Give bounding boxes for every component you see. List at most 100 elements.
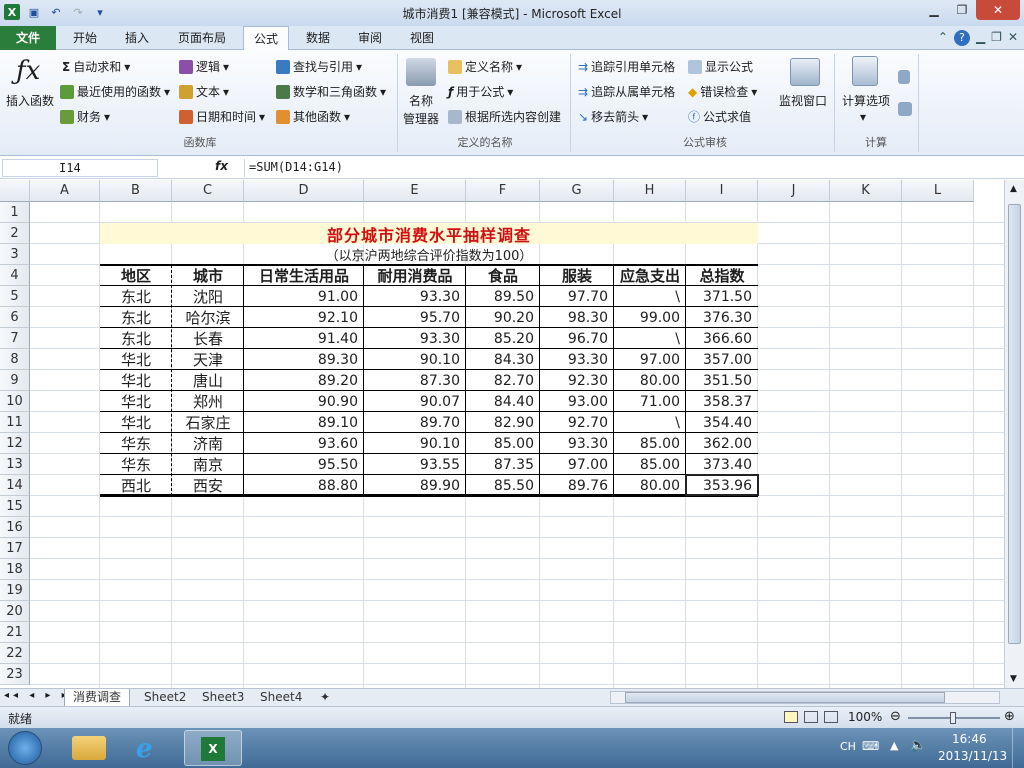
table-cell[interactable]: 357.00 — [686, 349, 758, 370]
minimize-icon[interactable]: ▁ — [920, 0, 948, 20]
tab-view[interactable]: 视图 — [399, 26, 445, 50]
row-header[interactable]: 3 — [0, 244, 30, 265]
tab-page-layout[interactable]: 页面布局 — [166, 26, 238, 50]
tab-insert[interactable]: 插入 — [114, 26, 160, 50]
more-functions-button[interactable]: 其他函数 ▾ — [276, 108, 350, 125]
table-cell[interactable]: 80.00 — [614, 370, 686, 391]
logical-button[interactable]: 逻辑 ▾ — [179, 58, 229, 75]
table-title[interactable]: 部分城市消费水平抽样调查 — [100, 223, 758, 245]
table-cell[interactable]: 71.00 — [614, 391, 686, 412]
table-cell[interactable]: 沈阳 — [172, 286, 244, 307]
datetime-button[interactable]: 日期和时间 ▾ — [179, 108, 265, 125]
row-header[interactable]: 21 — [0, 622, 30, 643]
name-manager-icon[interactable] — [406, 58, 436, 86]
clock-time[interactable]: 16:46 — [952, 732, 987, 746]
table-cell[interactable]: 96.70 — [540, 328, 614, 349]
scroll-down-icon[interactable]: ▼ — [1010, 674, 1017, 684]
table-cell[interactable]: 90.07 — [364, 391, 466, 412]
table-cell[interactable]: 82.70 — [466, 370, 540, 391]
row-header[interactable]: 11 — [0, 412, 30, 433]
watch-window-icon[interactable] — [790, 58, 820, 86]
row-header[interactable]: 20 — [0, 601, 30, 622]
table-cell[interactable]: 358.37 — [686, 391, 758, 412]
table-cell[interactable]: 80.00 — [614, 475, 686, 496]
table-cell[interactable]: 89.90 — [364, 475, 466, 496]
table-cell[interactable]: 97.00 — [540, 454, 614, 475]
table-cell[interactable]: 89.76 — [540, 475, 614, 496]
table-cell[interactable]: 85.20 — [466, 328, 540, 349]
view-page-break-icon[interactable] — [824, 711, 838, 723]
column-header-f[interactable]: F — [466, 180, 540, 202]
table-cell[interactable]: 88.80 — [244, 475, 364, 496]
sheet-tab-3[interactable]: Sheet3 — [194, 689, 252, 707]
tab-data[interactable]: 数据 — [295, 26, 341, 50]
table-cell[interactable]: 85.50 — [466, 475, 540, 496]
row-header[interactable]: 13 — [0, 454, 30, 475]
table-cell[interactable]: 东北 — [100, 328, 172, 349]
name-box[interactable]: I14 — [2, 159, 158, 177]
table-cell[interactable]: 长春 — [172, 328, 244, 349]
table-cell[interactable]: 90.10 — [364, 433, 466, 454]
column-header-h[interactable]: H — [614, 180, 686, 202]
help-icon[interactable]: ? — [953, 30, 970, 46]
scroll-up-icon[interactable]: ▲ — [1010, 184, 1017, 194]
view-normal-icon[interactable] — [784, 711, 798, 723]
table-cell[interactable]: 89.70 — [364, 412, 466, 433]
table-cell[interactable]: 351.50 — [686, 370, 758, 391]
zoom-out-icon[interactable]: ⊖ — [890, 709, 901, 724]
table-cell[interactable]: 西北 — [100, 475, 172, 496]
restore-workbook-icon[interactable]: ❐ — [991, 30, 1002, 46]
insert-function-button[interactable]: 插入函数 — [6, 92, 54, 109]
calculate-now-icon[interactable] — [898, 70, 910, 84]
table-cell[interactable]: 郑州 — [172, 391, 244, 412]
table-cell[interactable]: 91.00 — [244, 286, 364, 307]
table-cell[interactable]: 93.55 — [364, 454, 466, 475]
autosum-button[interactable]: Σ 自动求和 ▾ — [62, 58, 130, 75]
calculation-options-button[interactable]: 计算选项 — [842, 92, 890, 109]
row-header[interactable]: 17 — [0, 538, 30, 559]
scroll-thumb[interactable] — [1008, 204, 1021, 644]
table-cell[interactable]: 华北 — [100, 391, 172, 412]
row-header[interactable]: 8 — [0, 349, 30, 370]
table-cell[interactable]: 华北 — [100, 370, 172, 391]
table-header-cell[interactable]: 食品 — [466, 265, 540, 286]
recent-functions-button[interactable]: 最近使用的函数 ▾ — [60, 83, 170, 100]
table-header-cell[interactable]: 城市 — [172, 265, 244, 286]
explorer-taskbar-icon[interactable] — [72, 736, 106, 760]
volume-icon[interactable]: 🔈 — [910, 738, 926, 753]
row-header[interactable]: 22 — [0, 643, 30, 664]
row-header[interactable]: 10 — [0, 391, 30, 412]
table-cell[interactable]: 95.70 — [364, 307, 466, 328]
table-cell[interactable]: 89.20 — [244, 370, 364, 391]
tray-expand-icon[interactable]: ▲ — [890, 739, 898, 752]
row-header[interactable]: 9 — [0, 370, 30, 391]
column-header-l[interactable]: L — [902, 180, 974, 202]
input-language[interactable]: CH — [840, 740, 856, 753]
table-cell[interactable]: 唐山 — [172, 370, 244, 391]
zoom-slider[interactable] — [908, 712, 1000, 724]
math-button[interactable]: 数学和三角函数 ▾ — [276, 83, 386, 100]
tab-home[interactable]: 开始 — [62, 26, 108, 50]
table-cell[interactable]: 373.40 — [686, 454, 758, 475]
column-header-k[interactable]: K — [830, 180, 902, 202]
row-header[interactable]: 6 — [0, 307, 30, 328]
table-cell[interactable]: 石家庄 — [172, 412, 244, 433]
row-header[interactable]: 16 — [0, 517, 30, 538]
insert-function-icon[interactable]: ƒx — [16, 56, 40, 86]
zoom-slider-thumb[interactable] — [950, 712, 956, 724]
row-header[interactable]: 12 — [0, 433, 30, 454]
table-header-cell[interactable]: 应急支出 — [614, 265, 686, 286]
remove-arrows-button[interactable]: ↘ 移去箭头 ▾ — [578, 108, 648, 125]
table-cell[interactable]: 89.10 — [244, 412, 364, 433]
table-cell[interactable]: 92.70 — [540, 412, 614, 433]
view-page-layout-icon[interactable] — [804, 711, 818, 723]
keyboard-icon[interactable]: ⌨ — [862, 739, 879, 753]
table-cell[interactable]: 92.10 — [244, 307, 364, 328]
table-cell[interactable]: 93.30 — [364, 286, 466, 307]
row-header[interactable]: 19 — [0, 580, 30, 601]
ribbon-collapse-icon[interactable]: ⌃ — [938, 30, 948, 46]
row-header[interactable]: 1 — [0, 202, 30, 223]
table-cell[interactable]: 西安 — [172, 475, 244, 496]
table-header-cell[interactable]: 总指数 — [686, 265, 758, 286]
clock-date[interactable]: 2013/11/13 — [938, 749, 1007, 763]
